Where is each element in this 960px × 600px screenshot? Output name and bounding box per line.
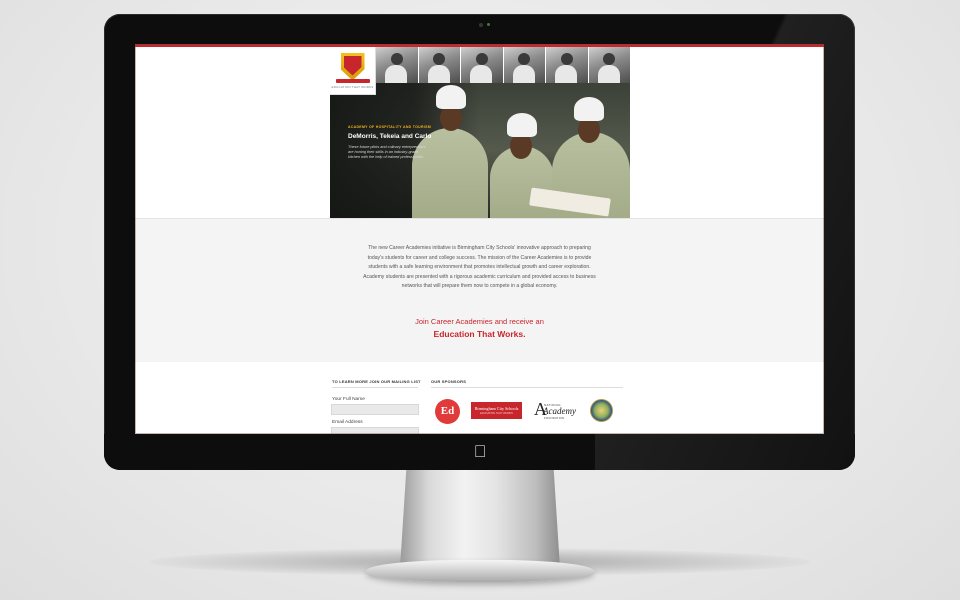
sponsor-naf-logo[interactable]: A NATIONAL Academy FOUNDATION — [532, 399, 580, 421]
naf-foundation: FOUNDATION — [544, 416, 565, 420]
email-input[interactable] — [331, 427, 419, 434]
monitor-stand-base — [366, 560, 594, 582]
sponsor-bcs-tagline: EDUCATION THAT WORKS — [480, 412, 513, 415]
monitor-stand — [400, 468, 560, 568]
logo-tagline: EDUCATION THAT WORKS — [331, 84, 374, 89]
hero-description: These future pilots and culinary entrepr… — [348, 145, 426, 159]
apple-logo-icon:  — [470, 442, 490, 462]
sponsor-ed-logo[interactable]: Ed — [435, 399, 460, 424]
cta-line: Join Career Academies and receive an — [415, 317, 544, 326]
intro-paragraph: The new Career Academies initiative is B… — [363, 245, 596, 290]
full-name-label: Your Full Name — [332, 397, 365, 402]
email-label: Email Address — [332, 420, 363, 425]
shield-crest-icon — [340, 52, 365, 81]
hero-caption: ACADEMY OF HOSPITALITY AND TOURISM DeMor… — [348, 125, 448, 160]
thumbnail[interactable] — [546, 47, 588, 83]
chef-hat-icon — [436, 85, 466, 109]
footer: TO LEARN MORE JOIN OUR MAILING LIST Your… — [135, 362, 824, 434]
screen: EDUCATION THAT WORKS ACADEMY OF HOSPITAL… — [135, 44, 824, 434]
chef-hat-icon — [574, 97, 604, 121]
divider — [332, 387, 418, 388]
full-name-input[interactable] — [331, 404, 419, 415]
hero-kicker: ACADEMY OF HOSPITALITY AND TOURISM — [348, 125, 431, 129]
camera-icon — [479, 23, 483, 27]
thumbnail-strip — [376, 47, 630, 83]
site-logo[interactable]: EDUCATION THAT WORKS — [330, 47, 376, 95]
divider — [431, 387, 623, 388]
hero-title: DeMorris, Tekeia and Carlo — [348, 133, 432, 140]
intro-section: The new Career Academies initiative is B… — [135, 218, 824, 362]
thumbnail[interactable] — [503, 47, 545, 83]
cta-tagline: Education That Works. — [433, 329, 526, 339]
mailing-list-heading: TO LEARN MORE JOIN OUR MAILING LIST — [332, 379, 421, 384]
sponsor-bcs-logo[interactable]: Birmingham City Schools EDUCATION THAT W… — [471, 402, 522, 419]
naf-academy: Academy — [543, 406, 576, 416]
thumbnail[interactable] — [588, 47, 630, 83]
chef-hat-icon — [507, 113, 537, 137]
sponsors-heading: OUR SPONSORS — [431, 379, 467, 384]
thumbnail[interactable] — [418, 47, 460, 83]
logo-ribbon — [335, 78, 370, 83]
hero-banner: EDUCATION THAT WORKS ACADEMY OF HOSPITAL… — [330, 47, 630, 218]
camera-led-icon — [487, 23, 490, 26]
sponsor-seal-logo[interactable] — [590, 399, 613, 422]
thumbnail[interactable] — [376, 47, 418, 83]
thumbnail[interactable] — [461, 47, 503, 83]
